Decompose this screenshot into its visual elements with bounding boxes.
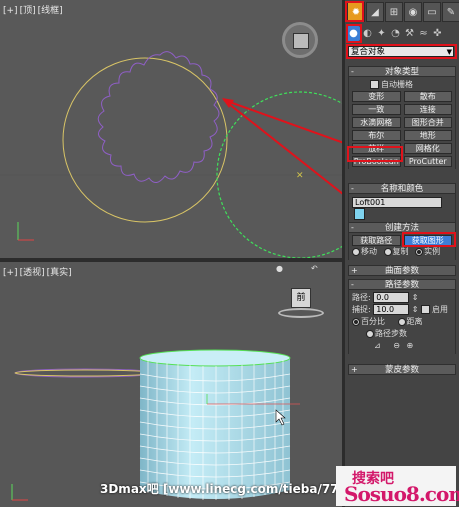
- display-tab-icon[interactable]: ▭: [423, 2, 441, 22]
- skin-params-header[interactable]: + 蒙皮参数: [348, 364, 456, 375]
- annot-geometry: [346, 24, 362, 43]
- morph-button[interactable]: 变形: [352, 91, 401, 102]
- top-viewport[interactable]: [+] [顶] [线框] ✕: [0, 0, 342, 258]
- lights-icon[interactable]: ✦: [375, 26, 388, 41]
- name-color-header[interactable]: - 名称和颜色: [348, 183, 456, 194]
- snap-row: 捕捉: 10.0 ⇕ 启用: [352, 304, 449, 315]
- helpers-icon[interactable]: ⚒: [403, 26, 416, 41]
- perspective-viewport[interactable]: [+] [透视] [真实] 前 ● ↶: [0, 262, 342, 507]
- path-nav-icons: ⊿ ⊖ ⊕: [352, 340, 452, 352]
- svg-text:✕: ✕: [296, 171, 304, 181]
- surface-params-rollout: + 曲面参数: [348, 265, 456, 276]
- annot-get-shape: [402, 232, 456, 247]
- prev-shape-icon[interactable]: ⊖: [393, 341, 400, 350]
- viewport-min-max-icons[interactable]: ● ↶: [276, 264, 318, 273]
- procutter-button[interactable]: ProCutter: [403, 156, 452, 167]
- path-params-header[interactable]: - 路径参数: [348, 279, 456, 290]
- enable-snap-checkbox[interactable]: [421, 305, 431, 314]
- command-panel: ✹ ◢ ⊞ ◉ ▭ ✎ ● ◐ ✦ ◔ ⚒ ≈ ✜ 复合对象 ▼ - 对象类型 自动…: [345, 0, 459, 507]
- yellow-circle-shape: [62, 57, 228, 223]
- object-name-input[interactable]: Loft001: [352, 197, 442, 208]
- move-radio[interactable]: [352, 247, 360, 256]
- viewcube-front-face[interactable]: 前: [291, 288, 311, 308]
- instance-radio[interactable]: [415, 247, 424, 256]
- utilities-tab-icon[interactable]: ✎: [442, 2, 459, 22]
- distance-radio[interactable]: [397, 317, 406, 326]
- shapemerge-button[interactable]: 图形合并: [403, 117, 452, 128]
- path-params-rollout: - 路径参数 路径: 0.0 ⇕ 捕捉: 10.0 ⇕ 启用 百分比 距离 路径步…: [348, 279, 456, 354]
- copy-radio[interactable]: [383, 247, 392, 256]
- path-steps-row: 路径步数: [352, 328, 452, 340]
- path-mode-row: 百分比 距离: [352, 316, 452, 328]
- cameras-icon[interactable]: ◔: [389, 26, 402, 41]
- boolean-button[interactable]: 布尔: [352, 130, 401, 141]
- scatter-button[interactable]: 散布: [403, 91, 452, 102]
- connect-button[interactable]: 连接: [403, 104, 452, 115]
- mesher-button[interactable]: 网格化: [403, 143, 452, 154]
- path-spinner-icon[interactable]: ⇕: [412, 293, 419, 302]
- modify-tab-icon[interactable]: ◢: [366, 2, 384, 22]
- viewcube-persp[interactable]: 前: [278, 284, 324, 318]
- object-type-header[interactable]: - 对象类型: [348, 66, 456, 77]
- get-path-button[interactable]: 获取路径: [352, 235, 401, 246]
- watermark-text: 3Dmax吧 [www.linecg.com/tieba/7779]: [100, 482, 361, 496]
- annot-loft-button: [347, 146, 403, 162]
- yellow-shape-persp: [14, 369, 156, 377]
- surface-params-header[interactable]: + 曲面参数: [348, 265, 456, 276]
- next-shape-icon[interactable]: ⊕: [407, 341, 414, 350]
- autogrid-checkbox[interactable]: [370, 80, 379, 89]
- spacewarps-icon[interactable]: ≈: [417, 26, 430, 41]
- watermark-logo: 搜索吧 Sosuo8.com: [336, 466, 459, 506]
- autogrid-row[interactable]: 自动栅格: [352, 79, 452, 91]
- terrain-button[interactable]: 地形: [403, 130, 452, 141]
- name-color-rollout: - 名称和颜色 Loft001: [348, 183, 456, 223]
- skin-params-rollout: + 蒙皮参数: [348, 364, 456, 375]
- path-steps-radio[interactable]: [366, 329, 374, 338]
- hierarchy-tab-icon[interactable]: ⊞: [385, 2, 403, 22]
- shapes-icon[interactable]: ◐: [361, 26, 374, 41]
- pick-shape-icon[interactable]: ⊿: [374, 341, 381, 350]
- creation-options: 移动 复制 实例: [352, 246, 452, 258]
- path-row: 路径: 0.0 ⇕: [352, 292, 419, 303]
- annot-dropdown: [346, 44, 457, 59]
- conform-button[interactable]: 一致: [352, 104, 401, 115]
- snap-input[interactable]: 10.0: [373, 304, 410, 315]
- loft-cylinder: [140, 358, 290, 499]
- systems-icon[interactable]: ✜: [431, 26, 444, 41]
- path-input[interactable]: 0.0: [373, 292, 410, 303]
- viewcube-top[interactable]: [282, 22, 318, 58]
- blobmesh-button[interactable]: 水滴网格: [352, 117, 401, 128]
- percent-radio[interactable]: [352, 317, 360, 326]
- purple-star-shape: [97, 51, 220, 183]
- snap-spinner-icon[interactable]: ⇕: [412, 305, 419, 314]
- object-color-swatch[interactable]: [354, 208, 365, 220]
- motion-tab-icon[interactable]: ◉: [404, 2, 422, 22]
- annot-create-tab: [345, 1, 364, 22]
